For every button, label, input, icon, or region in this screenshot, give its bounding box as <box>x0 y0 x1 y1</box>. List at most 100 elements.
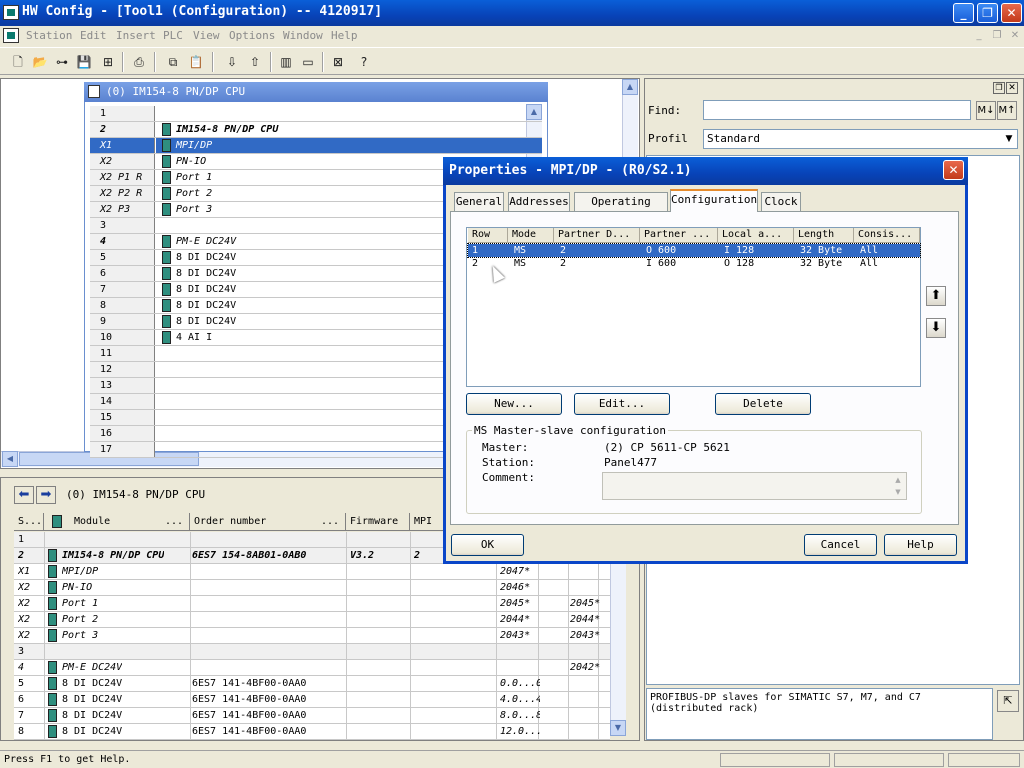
cfg-col-consistency[interactable]: Consis... <box>854 228 920 243</box>
catalog-icon[interactable]: ▥ <box>276 53 296 71</box>
module-table-row[interactable]: 4 PM-E DC24V 2042* <box>14 660 610 676</box>
move-up-icon[interactable]: ⬆ <box>926 286 946 306</box>
mdi-minimize-icon[interactable]: _ <box>972 30 986 42</box>
menu-edit[interactable]: Edit <box>80 29 107 42</box>
module-cell-module: 8 DI DC24V <box>62 678 123 689</box>
grid-line <box>568 596 569 611</box>
menu-window[interactable]: Window <box>283 29 323 42</box>
info-expand-icon[interactable]: ⇱ <box>997 690 1019 712</box>
minimize-button[interactable]: _ <box>953 3 974 23</box>
window-arrange-icon[interactable]: ▭ <box>298 53 318 71</box>
module-table-row[interactable]: 8 8 DI DC24V 6ES7 141-4BF00-0AA0 12.0... <box>14 724 610 740</box>
delete-button[interactable]: Delete <box>715 393 811 415</box>
col-module[interactable]: Module ... <box>44 513 190 531</box>
rack-slot-row[interactable]: 1 <box>90 106 542 122</box>
grid-line <box>190 660 191 675</box>
cfg-col-length[interactable]: Length <box>794 228 854 243</box>
module-cell-i: 2046* <box>500 582 531 593</box>
rack-module-cell[interactable]: IM154-8 PN/DP CPU <box>156 122 542 137</box>
module-table-row[interactable]: 6 8 DI DC24V 6ES7 141-4BF00-0AA0 4.0...4 <box>14 692 610 708</box>
module-table-row[interactable]: X2 Port 2 2044* 2044* <box>14 612 610 628</box>
scroll-up-icon[interactable]: ▲ <box>622 79 638 95</box>
find-input[interactable] <box>703 100 971 120</box>
copy-icon[interactable]: ⧉ <box>163 53 183 71</box>
tab-operating-mode[interactable]: Operating Mode <box>574 192 668 226</box>
close-button[interactable]: ✕ <box>1001 3 1022 23</box>
paste-icon[interactable]: 📋 <box>186 53 206 71</box>
upload-icon[interactable]: ⇧ <box>245 53 265 71</box>
whats-this-help-icon[interactable]: ? <box>354 53 374 71</box>
module-table-row[interactable]: X1 MPI/DP 2047* <box>14 564 610 580</box>
restore-button[interactable]: ❐ <box>977 3 998 23</box>
rack-slot-row[interactable]: X1 MPI/DP <box>90 138 542 154</box>
cfg-cell-la: O 128 <box>724 258 755 269</box>
menu-help[interactable]: Help <box>331 29 358 42</box>
new-button[interactable]: New... <box>466 393 562 415</box>
config-row-1[interactable]: 1 MS 2 O 600 I 128 32 Byte All <box>467 243 921 258</box>
netpro-icon[interactable]: ⊠ <box>328 53 348 71</box>
module-table-row[interactable]: X2 PN-IO 2046* <box>14 580 610 596</box>
profile-select[interactable]: Standard <box>703 129 1018 149</box>
find-up-icon[interactable]: M↑ <box>997 101 1017 120</box>
cfg-col-partner-addr[interactable]: Partner ... <box>640 228 718 243</box>
module-cell-module: 8 DI DC24V <box>62 726 123 737</box>
network-icon[interactable]: ⊶ <box>52 53 72 71</box>
dropdown-arrow-icon[interactable]: ▼ <box>1001 130 1017 148</box>
module-icon <box>162 171 171 184</box>
open-icon[interactable]: 📂 <box>30 53 50 71</box>
rack-header: (0) IM154-8 PN/DP CPU <box>84 82 548 102</box>
rack-slot-row[interactable]: 2 IM154-8 PN/DP CPU <box>90 122 542 138</box>
scroll-left-icon[interactable]: ◀ <box>2 451 18 467</box>
back-arrow-icon[interactable]: ⬅ <box>14 486 34 504</box>
find-down-icon[interactable]: M↓ <box>976 101 996 120</box>
grid-line <box>346 612 347 627</box>
cfg-col-local-addr[interactable]: Local a... <box>718 228 794 243</box>
menu-options[interactable]: Options <box>229 29 275 42</box>
menu-plc[interactable]: PLC <box>163 29 183 42</box>
save-icon[interactable]: 💾 <box>74 53 94 71</box>
module-table-row[interactable]: 3 <box>14 644 610 660</box>
comment-scroll-icon[interactable]: ▲ ▼ <box>891 474 905 498</box>
mdi-close-icon[interactable]: ✕ <box>1008 30 1022 42</box>
menu-station[interactable]: Station <box>26 29 72 42</box>
rack-module-cell[interactable] <box>156 106 542 121</box>
rack-slot-number: 11 <box>90 346 155 361</box>
menu-view[interactable]: View <box>193 29 220 42</box>
module-scroll-down-icon[interactable]: ▼ <box>610 720 626 736</box>
cfg-col-mode[interactable]: Mode <box>508 228 554 243</box>
module-table-row[interactable]: 7 8 DI DC24V 6ES7 141-4BF00-0AA0 8.0...8 <box>14 708 610 724</box>
new-icon[interactable]: 🗋 <box>8 53 28 71</box>
catalog-close-icon[interactable]: ✕ <box>1006 82 1018 94</box>
save-compile-icon[interactable]: ⊞ <box>98 53 118 71</box>
mdi-restore-icon[interactable]: ❐ <box>990 30 1004 42</box>
dialog-close-button[interactable]: ✕ <box>943 160 964 180</box>
module-icon <box>48 565 57 578</box>
tab-addresses[interactable]: Addresses <box>508 192 570 211</box>
module-cell-order: 6ES7 141-4BF00-0AA0 <box>192 678 307 689</box>
edit-button[interactable]: Edit... <box>574 393 670 415</box>
module-table-row[interactable]: X2 Port 1 2045* 2045* <box>14 596 610 612</box>
cancel-button[interactable]: Cancel <box>804 534 877 556</box>
catalog-restore-icon[interactable]: ❐ <box>993 82 1005 94</box>
col-slot[interactable]: S... <box>14 513 44 531</box>
tab-clock[interactable]: Clock <box>761 192 801 211</box>
module-table-row[interactable]: X2 Port 3 2043* 2043* <box>14 628 610 644</box>
config-row-2[interactable]: 2 MS 2 I 600 O 128 32 Byte All <box>468 257 920 270</box>
ok-button[interactable]: OK <box>451 534 524 556</box>
move-down-icon[interactable]: ⬇ <box>926 318 946 338</box>
tab-general[interactable]: General <box>454 192 504 211</box>
tab-configuration[interactable]: Configuration <box>670 189 758 212</box>
rack-module-cell[interactable]: MPI/DP <box>156 138 542 153</box>
cfg-col-row[interactable]: Row <box>468 228 508 243</box>
col-order-number[interactable]: Order number ... <box>190 513 346 531</box>
cfg-col-partner-dp[interactable]: Partner D... <box>554 228 640 243</box>
col-firmware[interactable]: Firmware <box>346 513 410 531</box>
forward-arrow-icon[interactable]: ➡ <box>36 486 56 504</box>
menu-insert[interactable]: Insert <box>116 29 156 42</box>
help-button[interactable]: Help <box>884 534 957 556</box>
print-icon[interactable]: ⎙ <box>129 53 149 71</box>
grid-line <box>496 612 497 627</box>
download-icon[interactable]: ⇩ <box>222 53 242 71</box>
module-table-row[interactable]: 5 8 DI DC24V 6ES7 141-4BF00-0AA0 0.0...0 <box>14 676 610 692</box>
comment-field[interactable] <box>602 472 907 500</box>
